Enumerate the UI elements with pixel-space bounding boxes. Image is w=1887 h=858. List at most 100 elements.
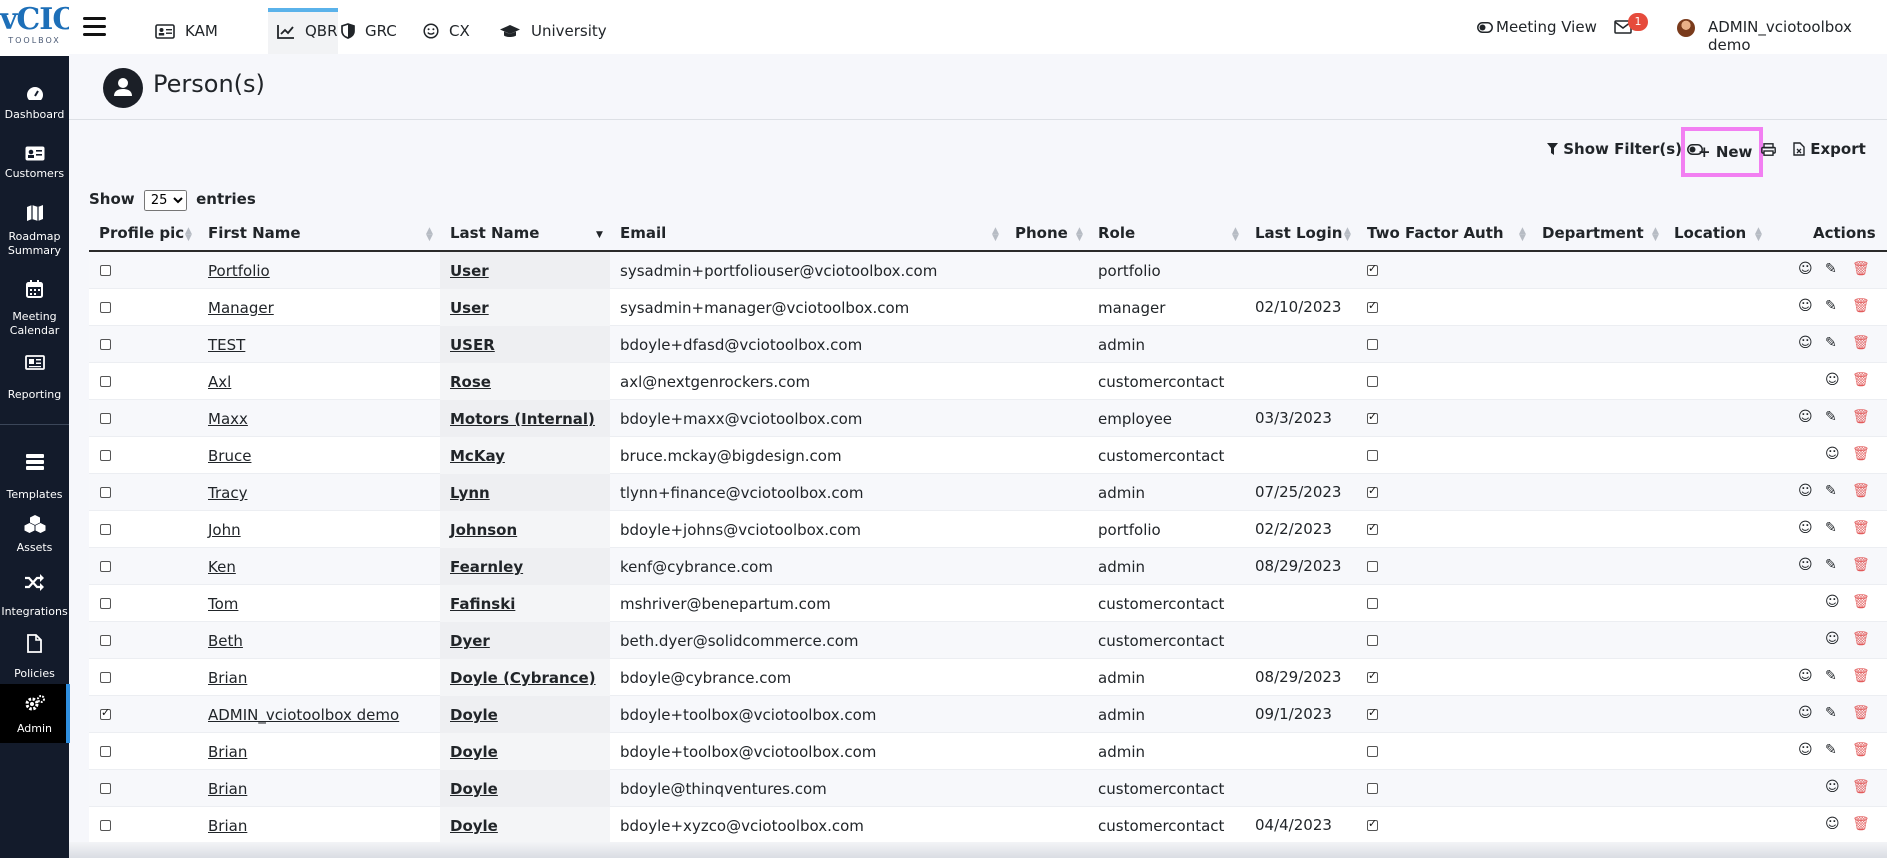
first-name-link[interactable]: John (208, 521, 241, 539)
col-department[interactable]: Department (1542, 224, 1644, 242)
last-name-link[interactable]: Doyle (450, 780, 498, 798)
delete-trash-icon[interactable]: 🗑 (1852, 668, 1870, 684)
sidebar-item-dashboard[interactable]: Dashboard (0, 86, 69, 122)
edit-pencil-icon[interactable]: ✎ (1825, 705, 1837, 721)
impersonate-smile-icon[interactable]: ☺ (1798, 483, 1813, 499)
last-name-link[interactable]: Doyle (450, 743, 498, 761)
last-name-link[interactable]: Johnson (450, 521, 517, 539)
delete-trash-icon[interactable]: 🗑 (1852, 335, 1870, 351)
edit-pencil-icon[interactable]: ✎ (1825, 335, 1837, 351)
edit-pencil-icon[interactable]: ✎ (1825, 298, 1837, 314)
first-name-link[interactable]: Axl (208, 373, 231, 391)
delete-trash-icon[interactable]: 🗑 (1852, 742, 1870, 758)
row-select-checkbox[interactable] (100, 376, 111, 387)
row-select-checkbox[interactable] (100, 672, 111, 683)
edit-pencil-icon[interactable]: ✎ (1825, 742, 1837, 758)
delete-trash-icon[interactable]: 🗑 (1852, 372, 1870, 388)
sidebar-item-policies[interactable]: Policies (0, 634, 69, 681)
col-role[interactable]: Role (1098, 224, 1135, 242)
impersonate-smile-icon[interactable]: ☺ (1798, 335, 1813, 351)
delete-trash-icon[interactable]: 🗑 (1852, 594, 1870, 610)
edit-pencil-icon[interactable]: ✎ (1825, 668, 1837, 684)
edit-pencil-icon[interactable]: ✎ (1825, 483, 1837, 499)
col-two-factor-auth[interactable]: Two Factor Auth (1367, 224, 1504, 242)
first-name-link[interactable]: TEST (208, 336, 245, 354)
show-filters-toggle[interactable]: Show Filter(s) (1547, 140, 1704, 158)
tab-qbr[interactable]: QBR (268, 8, 338, 54)
impersonate-smile-icon[interactable]: ☺ (1798, 742, 1813, 758)
tab-cx[interactable]: CX (423, 8, 470, 54)
delete-trash-icon[interactable]: 🗑 (1852, 779, 1870, 795)
sidebar-item-roadmap[interactable]: Roadmap Summary (0, 204, 69, 258)
first-name-link[interactable]: ADMIN_vciotoolbox demo (208, 706, 399, 724)
impersonate-smile-icon[interactable]: ☺ (1825, 446, 1840, 462)
last-name-link[interactable]: Doyle (Cybrance) (450, 669, 596, 687)
impersonate-smile-icon[interactable]: ☺ (1825, 779, 1840, 795)
last-name-link[interactable]: Dyer (450, 632, 490, 650)
row-select-checkbox[interactable] (100, 413, 111, 424)
first-name-link[interactable]: Brian (208, 669, 247, 687)
delete-trash-icon[interactable]: 🗑 (1852, 261, 1870, 277)
impersonate-smile-icon[interactable]: ☺ (1798, 557, 1813, 573)
entries-select[interactable]: 25 (143, 190, 187, 211)
delete-trash-icon[interactable]: 🗑 (1852, 483, 1870, 499)
col-last-name[interactable]: Last Name (450, 224, 539, 242)
delete-trash-icon[interactable]: 🗑 (1852, 816, 1870, 832)
delete-trash-icon[interactable]: 🗑 (1852, 520, 1870, 536)
first-name-link[interactable]: Brian (208, 817, 247, 835)
sidebar-item-admin[interactable]: Admin (0, 684, 69, 743)
impersonate-smile-icon[interactable]: ☺ (1798, 261, 1813, 277)
app-logo[interactable]: vCIO TOOLBOX (0, 0, 78, 56)
first-name-link[interactable]: Bruce (208, 447, 251, 465)
first-name-link[interactable]: Portfolio (208, 262, 270, 280)
sidebar-item-calendar[interactable]: Meeting Calendar (0, 280, 69, 338)
first-name-link[interactable]: Beth (208, 632, 243, 650)
row-select-checkbox[interactable] (100, 524, 111, 535)
impersonate-smile-icon[interactable]: ☺ (1798, 705, 1813, 721)
delete-trash-icon[interactable]: 🗑 (1852, 705, 1870, 721)
row-select-checkbox[interactable] (100, 706, 111, 720)
tab-university[interactable]: University (499, 8, 607, 54)
last-name-link[interactable]: Lynn (450, 484, 490, 502)
col-last-login[interactable]: Last Login (1255, 224, 1342, 242)
first-name-link[interactable]: Brian (208, 743, 247, 761)
col-first-name[interactable]: First Name (208, 224, 301, 242)
col-location[interactable]: Location (1674, 224, 1746, 242)
row-select-checkbox[interactable] (100, 487, 111, 498)
impersonate-smile-icon[interactable]: ☺ (1825, 594, 1840, 610)
impersonate-smile-icon[interactable]: ☺ (1798, 520, 1813, 536)
print-button[interactable] (1761, 142, 1776, 160)
last-name-link[interactable]: Fearnley (450, 558, 523, 576)
delete-trash-icon[interactable]: 🗑 (1852, 446, 1870, 462)
edit-pencil-icon[interactable]: ✎ (1825, 409, 1837, 425)
impersonate-smile-icon[interactable]: ☺ (1798, 668, 1813, 684)
row-select-checkbox[interactable] (100, 302, 111, 313)
last-name-link[interactable]: User (450, 299, 489, 317)
row-select-checkbox[interactable] (100, 598, 111, 609)
row-select-checkbox[interactable] (100, 265, 111, 276)
row-select-checkbox[interactable] (100, 635, 111, 646)
tab-grc[interactable]: GRC (341, 8, 397, 54)
row-select-checkbox[interactable] (100, 561, 111, 572)
avatar[interactable] (1677, 19, 1695, 37)
delete-trash-icon[interactable]: 🗑 (1852, 557, 1870, 573)
sidebar-item-reporting[interactable]: Reporting (0, 355, 69, 402)
edit-pencil-icon[interactable]: ✎ (1825, 520, 1837, 536)
hamburger-menu-icon[interactable] (83, 17, 106, 37)
impersonate-smile-icon[interactable]: ☺ (1798, 409, 1813, 425)
impersonate-smile-icon[interactable]: ☺ (1825, 372, 1840, 388)
impersonate-smile-icon[interactable]: ☺ (1825, 816, 1840, 832)
last-name-link[interactable]: Fafinski (450, 595, 515, 613)
sidebar-item-templates[interactable]: Templates (0, 454, 69, 502)
sidebar-item-customers[interactable]: Customers (0, 146, 69, 181)
impersonate-smile-icon[interactable]: ☺ (1798, 298, 1813, 314)
last-name-link[interactable]: USER (450, 336, 495, 354)
first-name-link[interactable]: Brian (208, 780, 247, 798)
last-name-link[interactable]: McKay (450, 447, 505, 465)
last-name-link[interactable]: Doyle (450, 706, 498, 724)
sidebar-item-integrations[interactable]: Integrations (0, 574, 69, 619)
delete-trash-icon[interactable]: 🗑 (1852, 298, 1870, 314)
row-select-checkbox[interactable] (100, 746, 111, 757)
row-select-checkbox[interactable] (100, 820, 111, 831)
last-name-link[interactable]: User (450, 262, 489, 280)
